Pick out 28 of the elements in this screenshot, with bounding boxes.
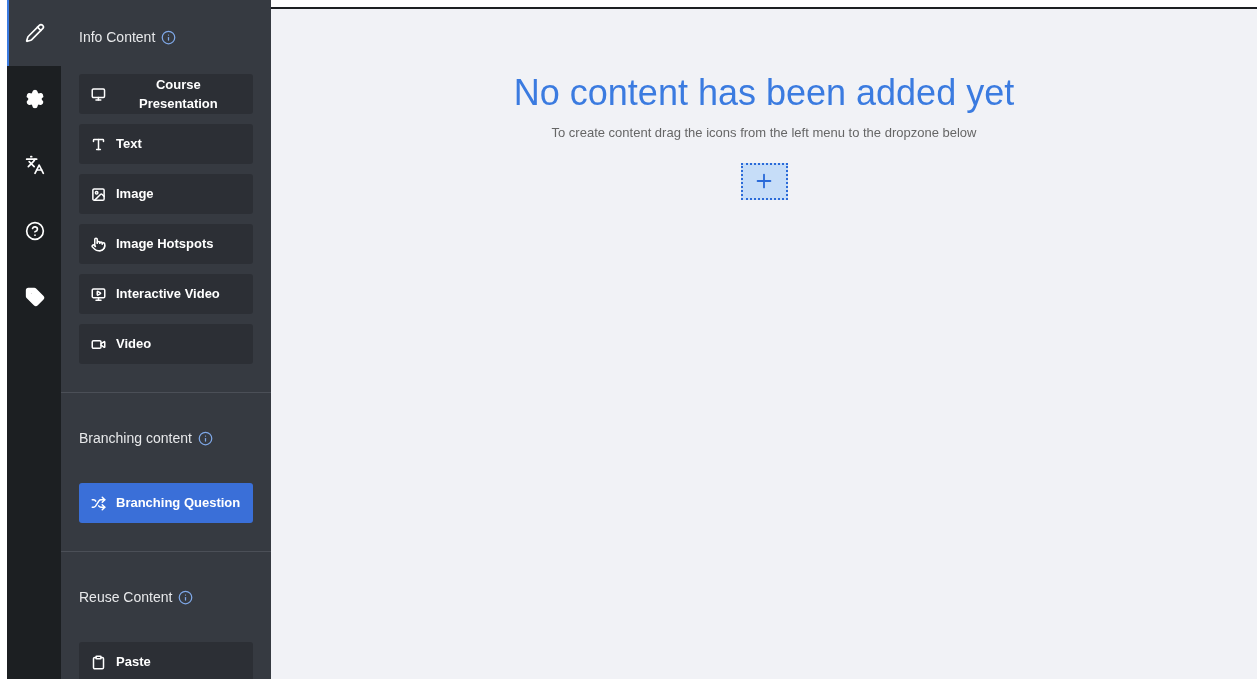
translate-icon — [25, 155, 45, 175]
empty-heading: No content has been added yet — [513, 71, 1015, 115]
section-title: Reuse Content — [79, 587, 173, 607]
section-title: Branching content — [79, 428, 192, 448]
info-icon[interactable] — [161, 29, 177, 45]
section-title: Info Content — [79, 27, 156, 47]
content-type-button[interactable]: Image — [79, 174, 253, 214]
play-screen-icon — [91, 286, 106, 302]
info-icon[interactable] — [178, 589, 194, 605]
pencil-icon — [25, 23, 45, 43]
instructions-text: To create content drag the icons from the left menu to the dropzone below — [551, 124, 977, 142]
letter-t-icon — [91, 136, 106, 152]
info-icon[interactable] — [197, 430, 213, 446]
pointer-icon — [91, 236, 106, 252]
clipboard-icon — [91, 654, 106, 670]
image-icon — [91, 186, 106, 202]
content-type-button[interactable]: Interactive Video — [79, 274, 253, 314]
help-icon — [25, 221, 45, 241]
content-type-button[interactable]: Course Presentation — [79, 74, 253, 114]
tag-icon — [25, 287, 45, 307]
branch-icon — [91, 495, 106, 511]
content-type-button[interactable]: Text — [79, 124, 253, 164]
content-type-button[interactable]: Paste — [79, 642, 253, 679]
content-type-button[interactable]: Branching Question — [79, 483, 253, 523]
dropzone[interactable] — [740, 162, 788, 200]
content-type-button[interactable]: Video — [79, 324, 253, 364]
content-type-button[interactable]: Image Hotspots — [79, 224, 253, 264]
monitor-icon — [91, 86, 106, 102]
